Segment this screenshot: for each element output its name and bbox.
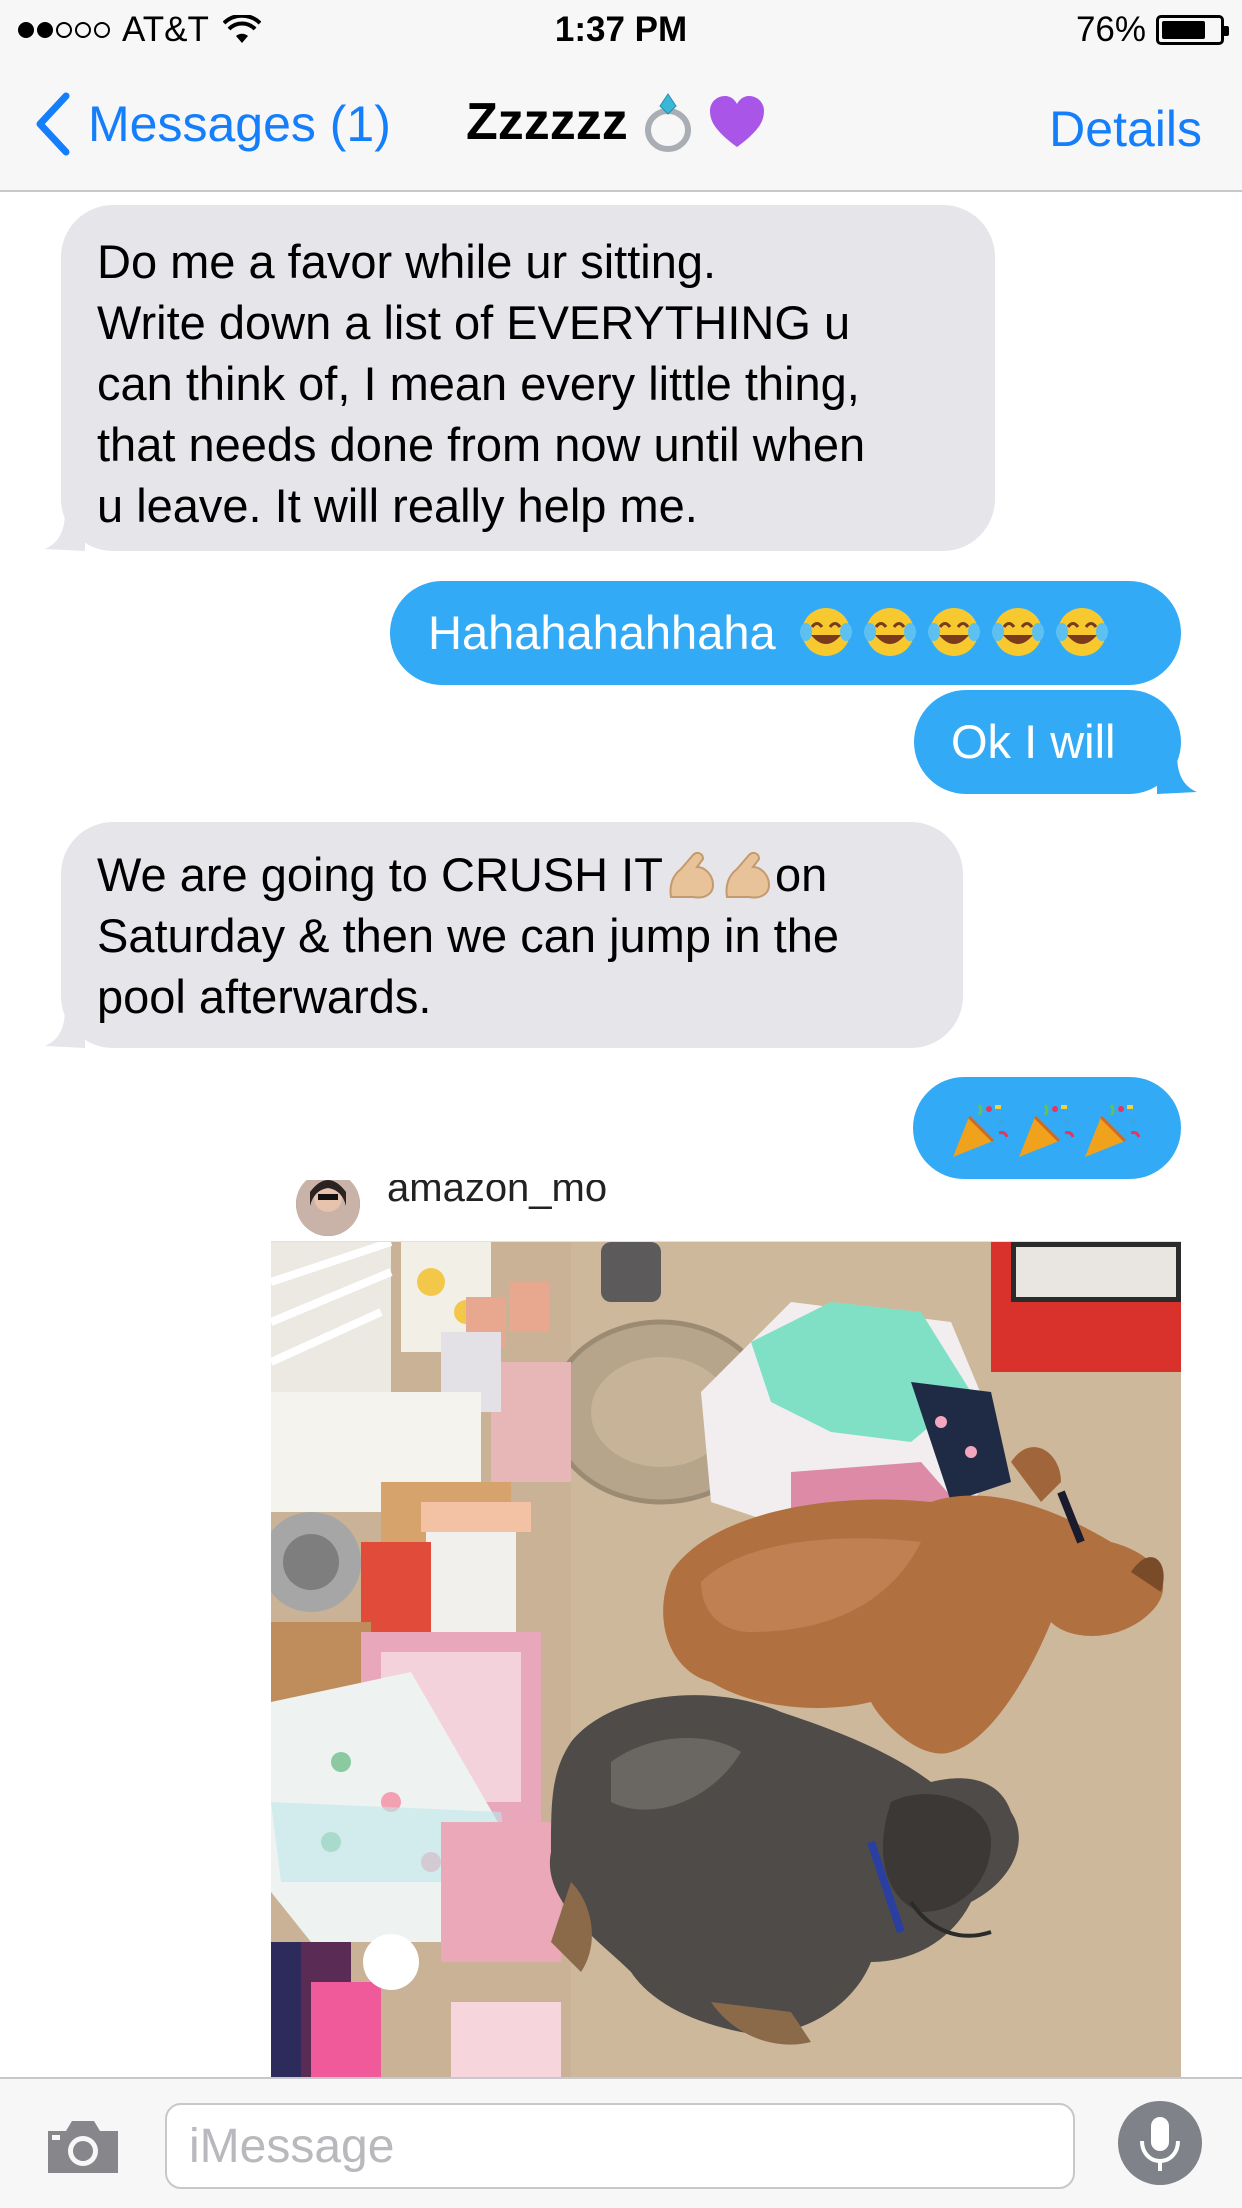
status-time: 1:37 PM <box>554 10 688 49</box>
message-line: Do me a favor while ur sitting. <box>97 235 717 288</box>
incoming-message-bubble[interactable]: Do me a favor while ur sitting. Write do… <box>45 205 995 551</box>
attachment-header: amazon_mo <box>271 1180 1181 1242</box>
microphone-button[interactable] <box>1118 2101 1202 2185</box>
tears-of-joy-emoji-icon <box>863 608 916 656</box>
battery-percent: 76% <box>1075 10 1146 49</box>
image-attachment[interactable]: amazon_mo <box>271 1180 1181 2077</box>
camera-icon[interactable] <box>44 2115 122 2177</box>
flexed-biceps-emoji-icon <box>725 851 770 899</box>
back-label: Messages (1) <box>88 96 391 152</box>
battery-icon <box>1156 15 1229 45</box>
bubble-tail <box>1157 754 1197 794</box>
message-text: Hahahahahhaha <box>428 606 776 659</box>
ring-icon <box>644 93 691 152</box>
bubble-tail <box>45 1008 85 1048</box>
chevron-left-icon <box>36 92 70 156</box>
message-line: We are going to CRUSH IT on <box>97 844 927 905</box>
microphone-icon <box>1140 2117 1180 2171</box>
battery-tip <box>1224 26 1229 36</box>
party-popper-emoji-icon <box>1019 1103 1075 1157</box>
party-popper-emoji-icon <box>953 1103 1009 1157</box>
tears-of-joy-emoji-icon <box>927 608 980 656</box>
flexed-biceps-emoji-icon <box>669 851 714 899</box>
message-input-bar <box>0 2077 1242 2208</box>
back-button[interactable]: Messages (1) <box>34 92 391 156</box>
message-line: pool afterwards. <box>97 970 432 1023</box>
tears-of-joy-emoji-icon <box>991 608 1044 656</box>
status-right: 76% <box>1075 10 1229 50</box>
bubble-tail <box>45 511 85 551</box>
message-line: Write down a list of EVERYTHING u <box>97 296 851 349</box>
message-line: can think of, I mean every little thing, <box>97 357 860 410</box>
tears-of-joy-emoji-icon <box>1055 608 1108 656</box>
imessage-input[interactable] <box>165 2103 1075 2189</box>
details-button[interactable]: Details <box>1049 100 1202 158</box>
tears-of-joy-emoji-icon <box>799 608 852 656</box>
status-bar: AT&T 1:37 PM 76% <box>0 0 1242 62</box>
message-text: We are going to CRUSH IT <box>97 848 663 901</box>
outgoing-message-bubble[interactable] <box>913 1077 1181 1179</box>
message-line: u leave. It will really help me. <box>97 479 698 532</box>
avatar <box>296 1180 360 1236</box>
dogs-sleeping-photo <box>271 1242 1181 2077</box>
message-text: on <box>774 848 828 901</box>
attachment-username: amazon_mo <box>387 1180 608 1210</box>
outgoing-message-bubble[interactable]: Ok I will <box>914 690 1197 794</box>
avatar-image <box>296 1180 360 1236</box>
conversation-title[interactable]: Zzzzzz <box>466 92 766 152</box>
navigation-bar: Messages (1) Zzzzzz Details <box>0 62 1242 192</box>
message-line: that needs done from now until when <box>97 418 866 471</box>
message-text: Ok I will <box>951 715 1116 768</box>
battery-fill <box>1162 21 1205 39</box>
contact-name: Zzzzzz <box>466 93 628 151</box>
purple-heart-icon <box>709 96 764 147</box>
outgoing-message-bubble[interactable]: Hahahahahhaha <box>390 581 1181 685</box>
incoming-message-bubble[interactable]: We are going to CRUSH IT on Saturday & th… <box>45 822 963 1048</box>
party-popper-emoji-icon <box>1085 1103 1141 1157</box>
message-line: Saturday & then we can jump in the <box>97 909 839 962</box>
